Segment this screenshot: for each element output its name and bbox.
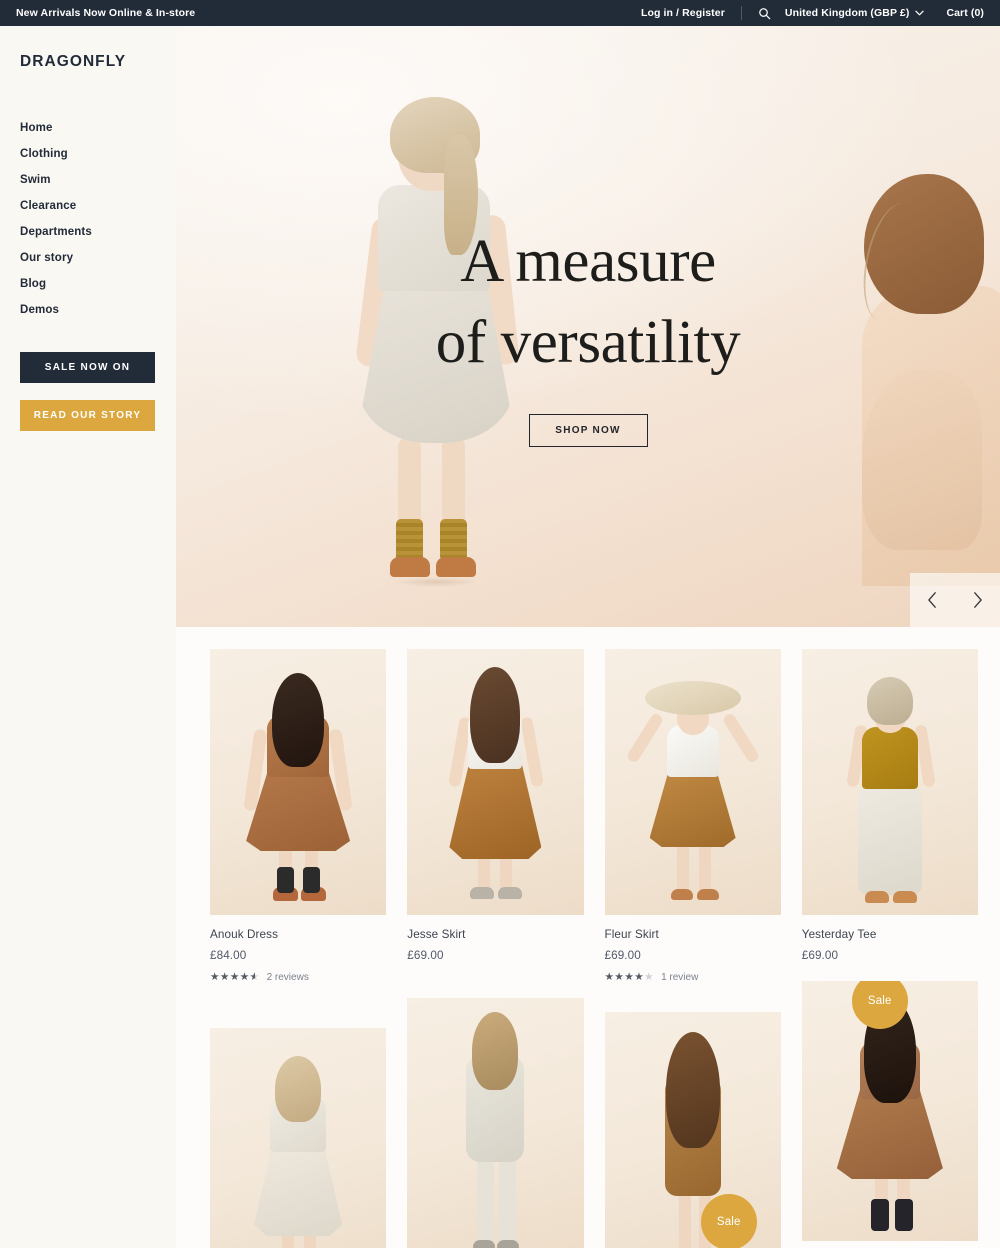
country-currency-selector[interactable]: United Kingdom (GBP £) (785, 7, 925, 19)
product-column: Jesse Skirt £69.00 (407, 649, 584, 1248)
sidebar-item-home[interactable]: Home (20, 115, 176, 141)
product-rating: ★★★★★ ★★★★★ 2 reviews (210, 972, 386, 983)
product-rating: ★★★★★ ★★★★★ 1 review (605, 972, 781, 983)
main-content: A measure of versatility SHOP NOW Anouk … (176, 26, 1000, 1248)
product-image[interactable] (210, 1028, 387, 1248)
product-card[interactable]: Sale (604, 1012, 781, 1248)
product-image[interactable] (407, 998, 584, 1248)
carousel-next-button[interactable] (955, 573, 1000, 627)
login-register-link[interactable]: Log in / Register (641, 7, 725, 19)
product-price: £69.00 (801, 949, 839, 962)
site-logo[interactable]: DRAGONFLY (20, 53, 176, 71)
product-card[interactable]: Sale (801, 981, 978, 1241)
sidebar-item-blog[interactable]: Blog (20, 271, 176, 297)
product-info: Yesterday Tee £69.00 (802, 915, 978, 962)
product-column: Fleur Skirt £69.00 ★★★★★ ★★★★★ 1 review (604, 649, 781, 1248)
product-card[interactable] (407, 998, 584, 1248)
product-image[interactable] (407, 649, 584, 915)
product-name: Fleur Skirt (604, 928, 659, 941)
carousel-prev-button[interactable] (910, 573, 955, 627)
product-column: Yesterday Tee £69.00 Sale (801, 649, 978, 1248)
header-divider (740, 6, 742, 20)
product-name: Jesse Skirt (407, 928, 466, 941)
page-shell: DRAGONFLY Home Clothing Swim Clearance D… (0, 26, 1000, 1248)
search-icon[interactable] (758, 7, 771, 20)
sidebar-item-our-story[interactable]: Our story (20, 245, 176, 271)
product-image[interactable]: Sale (801, 981, 978, 1241)
product-card[interactable]: Anouk Dress £84.00 ★★★★★ ★★★★★ 2 reviews (210, 649, 387, 983)
announcement-bar: New Arrivals Now Online & In-store Log i… (0, 0, 1000, 26)
sidebar-item-departments[interactable]: Departments (20, 219, 176, 245)
hero-copy: A measure of versatility SHOP NOW (176, 222, 1000, 448)
product-price: £84.00 (210, 949, 247, 962)
country-label: United Kingdom (GBP £) (784, 7, 910, 19)
product-card[interactable]: Fleur Skirt £69.00 ★★★★★ ★★★★★ 1 review (604, 649, 781, 983)
product-info: Anouk Dress £84.00 ★★★★★ ★★★★★ 2 reviews (210, 915, 386, 983)
product-grid: Anouk Dress £84.00 ★★★★★ ★★★★★ 2 reviews (176, 627, 1000, 1248)
read-our-story-button[interactable]: READ OUR STORY (20, 400, 155, 431)
product-column: Anouk Dress £84.00 ★★★★★ ★★★★★ 2 reviews (210, 649, 387, 1248)
product-info: Fleur Skirt £69.00 ★★★★★ ★★★★★ 1 review (605, 915, 781, 983)
announcement-message: New Arrivals Now Online & In-store (16, 7, 196, 19)
product-image[interactable]: Sale (604, 1012, 781, 1248)
shop-now-button[interactable]: SHOP NOW (528, 414, 648, 448)
header-utility-nav: Log in / Register United Kingdom (GBP £)… (641, 6, 984, 20)
hero-carousel: A measure of versatility SHOP NOW (176, 26, 1000, 627)
chevron-down-icon (915, 10, 925, 16)
review-count: 1 review (661, 972, 699, 983)
product-image[interactable] (604, 649, 781, 915)
sidebar-item-demos[interactable]: Demos (20, 297, 176, 323)
hero-title-line-1: A measure (460, 228, 716, 295)
product-price: £69.00 (407, 949, 444, 962)
product-price: £69.00 (604, 949, 641, 962)
product-image[interactable] (210, 649, 387, 915)
sale-now-on-button[interactable]: SALE NOW ON (20, 352, 155, 383)
product-card[interactable] (210, 1028, 387, 1248)
chevron-left-icon (928, 592, 936, 608)
product-card[interactable]: Yesterday Tee £69.00 (801, 649, 978, 962)
sidebar-nav: Home Clothing Swim Clearance Departments… (20, 115, 176, 323)
sale-badge: Sale (700, 1194, 757, 1248)
hero-title-line-2: of versatility (435, 308, 741, 376)
sidebar-item-clothing[interactable]: Clothing (20, 141, 176, 167)
cart-link[interactable]: Cart (0) (946, 7, 984, 19)
product-name: Yesterday Tee (801, 928, 877, 941)
hero-title: A measure of versatility (435, 222, 741, 383)
review-count: 2 reviews (266, 972, 309, 983)
sidebar-item-swim[interactable]: Swim (20, 167, 176, 193)
sidebar: DRAGONFLY Home Clothing Swim Clearance D… (0, 26, 176, 1248)
sidebar-item-clearance[interactable]: Clearance (20, 193, 176, 219)
hero-carousel-controls (910, 573, 1000, 627)
product-card[interactable]: Jesse Skirt £69.00 (407, 649, 584, 962)
product-info: Jesse Skirt £69.00 (407, 915, 583, 962)
sidebar-cta-group: SALE NOW ON READ OUR STORY (20, 352, 176, 431)
product-image[interactable] (801, 649, 978, 915)
star-rating: ★★★★★ ★★★★★ (210, 971, 260, 984)
chevron-right-icon (974, 592, 982, 608)
star-rating: ★★★★★ ★★★★★ (604, 971, 655, 984)
product-name: Anouk Dress (210, 928, 279, 941)
